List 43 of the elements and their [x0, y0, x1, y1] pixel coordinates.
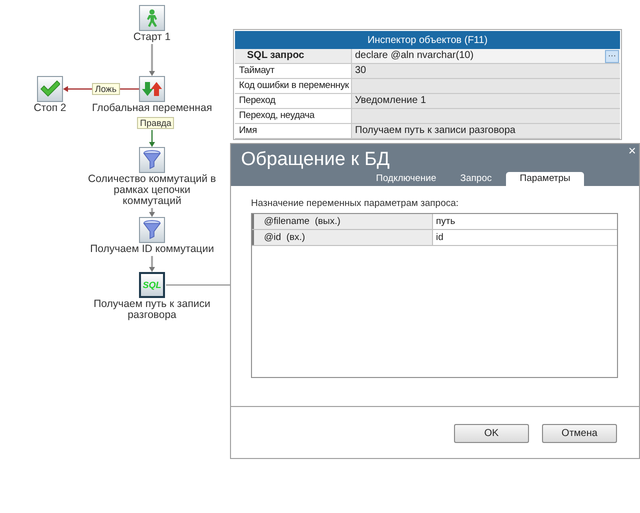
flow-node[interactable] — [139, 147, 165, 173]
flow-node[interactable] — [139, 76, 165, 102]
flow-node[interactable] — [37, 76, 63, 102]
dialog-tab[interactable]: Подключение — [366, 172, 446, 186]
parameter-value[interactable]: id — [433, 230, 617, 245]
flow-node[interactable] — [139, 217, 165, 243]
dialog-tab[interactable]: Параметры — [506, 172, 584, 186]
node-label: Старт 1 — [132, 32, 172, 43]
property-value-field[interactable] — [352, 109, 620, 123]
property-value[interactable]: declare @aln nvarchar(10) — [355, 49, 474, 63]
parameter-value[interactable]: путь — [433, 214, 617, 229]
dialog-tab[interactable]: Запрос — [450, 172, 502, 186]
dialog-title: Обращение к БД — [241, 149, 390, 171]
connector-arrow — [149, 256, 155, 272]
up-down-arrows-icon — [142, 80, 162, 98]
node-label: Стоп 2 — [32, 103, 68, 114]
funnel-icon — [143, 220, 161, 240]
ellipsis-button[interactable]: ··· — [605, 50, 619, 62]
section-caption: Назначение переменных параметрам запроса: — [251, 198, 460, 210]
dialog-button[interactable]: Отмена — [542, 424, 617, 443]
flow-node[interactable] — [139, 5, 165, 31]
node-label: Получаем ID коммутации — [89, 244, 215, 255]
connector-arrow — [149, 130, 155, 147]
dialog-button[interactable]: OK — [454, 424, 529, 443]
property-name[interactable]: SQL запрос — [235, 49, 352, 63]
connector-label: Ложь — [92, 83, 120, 95]
property-value-field[interactable] — [352, 79, 620, 93]
inspector-title: Инспектор объектов (F11) — [235, 31, 620, 49]
sql-icon: SQL — [142, 280, 162, 290]
close-button[interactable]: × — [628, 144, 636, 158]
connector-arrow — [149, 44, 155, 76]
property-value[interactable]: 30 — [355, 64, 366, 78]
node-label: Получаем путь к записи разговора — [92, 299, 212, 321]
connector-label: Правда — [137, 117, 174, 129]
node-label: Соличество коммутаций в рамках цепочки коммутаций — [88, 174, 216, 207]
node-label: Глобальная переменная — [90, 103, 214, 114]
parameter-name: @filename (вых.) — [252, 214, 433, 229]
parameter-name: @id (вх.) — [252, 230, 433, 245]
check-icon — [40, 80, 60, 98]
connector-arrow — [149, 208, 155, 217]
connector-line — [166, 284, 232, 286]
running-figure-icon — [145, 9, 159, 27]
funnel-icon — [143, 150, 161, 170]
